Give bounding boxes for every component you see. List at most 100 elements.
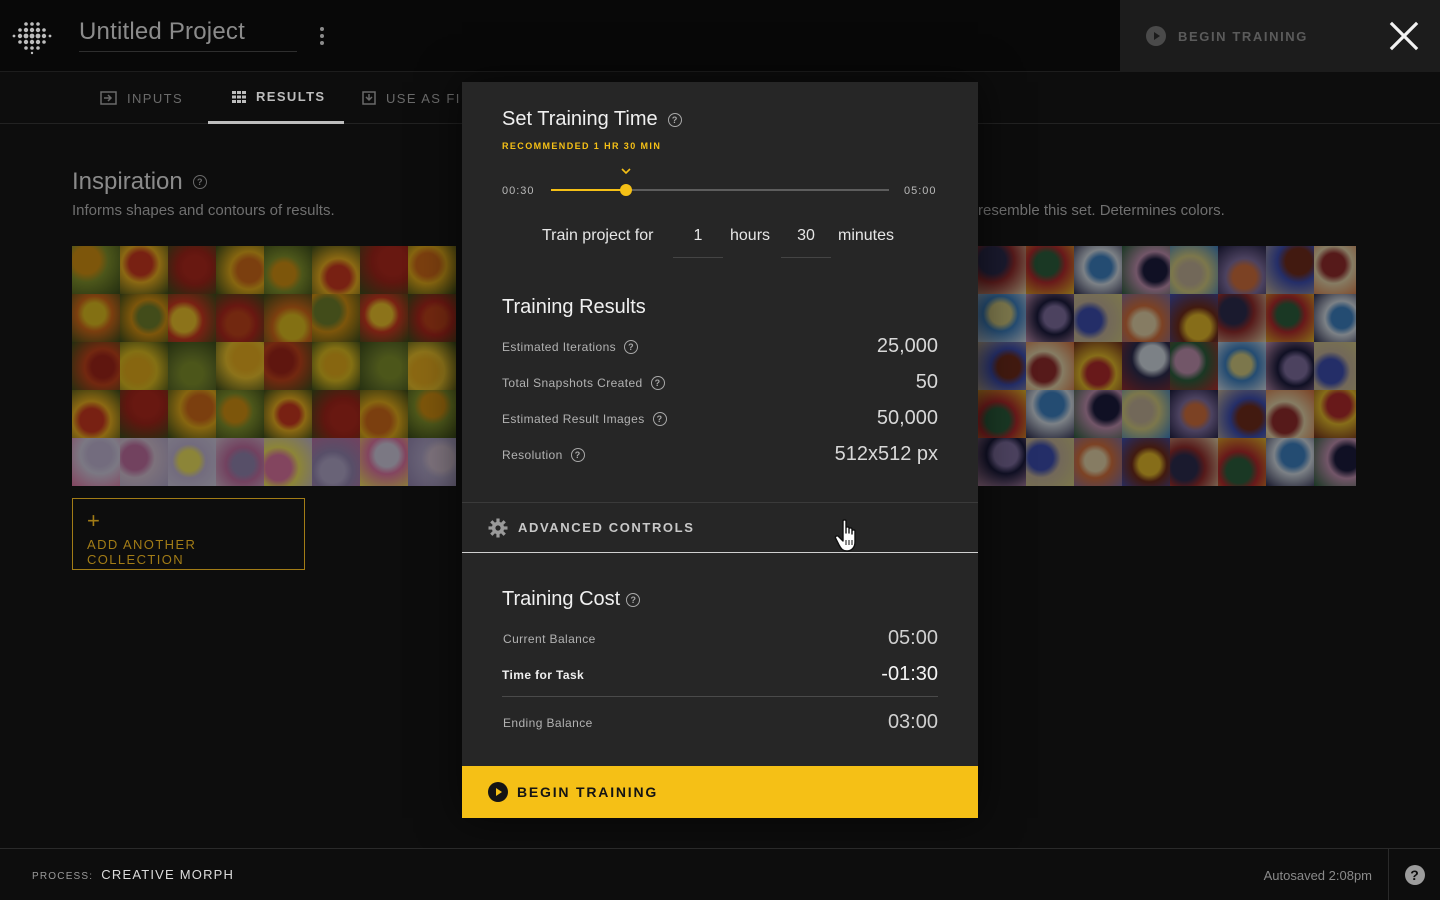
process-indicator: PROCESS: CREATIVE MORPH (32, 867, 234, 882)
cost-title-text: Training Cost (502, 588, 621, 610)
thumbnail-image (72, 438, 120, 486)
thumbnail-image (360, 342, 408, 390)
grid-icon (232, 90, 246, 103)
help-icon[interactable]: ? (570, 448, 585, 462)
minutes-label: minutes (838, 227, 895, 244)
ending-balance-value: 03:00 (887, 711, 938, 733)
tab-use-as[interactable]: USE AS FI (362, 72, 462, 124)
help-button[interactable]: ? (1388, 849, 1440, 900)
thumbnail-image (1122, 390, 1170, 438)
thumbnail-image (1074, 390, 1122, 438)
thumbnail-image (264, 342, 312, 390)
thumbnail-image (1218, 294, 1266, 342)
tab-results[interactable]: RESULTS (208, 72, 344, 124)
top-begin-training-label: BEGIN TRAINING (1178, 28, 1309, 44)
thumbnail-image (216, 246, 264, 294)
top-begin-training-button[interactable]: BEGIN TRAINING (1120, 0, 1368, 72)
advanced-controls-label: ADVANCED CONTROLS (518, 520, 695, 535)
help-icon[interactable]: ? (667, 112, 682, 127)
thumbnail-image (360, 438, 408, 486)
thumbnail-image (1170, 342, 1218, 390)
thumbnail-image (1074, 342, 1122, 390)
thumbnail-image (1218, 438, 1266, 486)
thumbnail-image (978, 342, 1026, 390)
training-results-title: Training Results (502, 296, 646, 318)
tab-use-as-label: USE AS FI (386, 90, 461, 106)
help-icon[interactable]: ? (624, 340, 639, 354)
thumbnail-image (264, 246, 312, 294)
advanced-controls-toggle[interactable]: ADVANCED CONTROLS (462, 502, 978, 553)
gear-icon (488, 518, 508, 537)
time-for-task-label: Time for Task (502, 668, 585, 682)
result-label: Resolution (502, 448, 563, 462)
tab-results-label: RESULTS (256, 89, 326, 104)
close-icon (1389, 21, 1419, 51)
thumbnail-image (168, 246, 216, 294)
thumbnail-image (978, 390, 1026, 438)
set-training-time-title: Set Training Time ? (502, 108, 682, 131)
thumbnail-image (216, 342, 264, 390)
thumbnail-image (216, 438, 264, 486)
thumbnail-image (1074, 246, 1122, 294)
thumbnail-image (1266, 390, 1314, 438)
thumbnail-image (1170, 438, 1218, 486)
train-duration-row: Train project for 1 hours 30 minutes (542, 218, 922, 258)
thumbnail-image (264, 294, 312, 342)
thumbnail-image (1026, 438, 1074, 486)
thumbnail-image (216, 390, 264, 438)
project-title[interactable]: Untitled Project (79, 18, 297, 52)
hours-input[interactable]: 1 (673, 218, 723, 258)
help-icon[interactable]: ? (650, 376, 665, 390)
thumbnail-image (1218, 390, 1266, 438)
training-time-modal: Set Training Time ? RECOMMENDED 1 HR 30 … (462, 82, 978, 818)
thumbnail-image (1026, 246, 1074, 294)
status-bar: PROCESS: CREATIVE MORPH Autosaved 2:08pm… (0, 848, 1440, 900)
thumbnail-image (1266, 246, 1314, 294)
thumbnail-image (1314, 246, 1356, 294)
hours-label: hours (730, 227, 771, 244)
thumbnail-image (360, 294, 408, 342)
training-cost-title: Training Cost ? (502, 588, 641, 611)
help-icon[interactable]: ? (626, 592, 641, 607)
help-icon[interactable]: ? (192, 175, 207, 189)
time-for-task-row: Time for Task -01:30 (502, 661, 938, 689)
app-logo-icon[interactable] (12, 16, 52, 56)
thumbnail-image (168, 390, 216, 438)
thumbnail-image (264, 390, 312, 438)
slider-max-label: 05:00 (904, 185, 937, 197)
close-button[interactable] (1368, 0, 1440, 72)
thumbnail-image (168, 438, 216, 486)
slider-thumb[interactable] (620, 184, 633, 196)
result-value: 25,000 (876, 335, 938, 357)
help-icon[interactable]: ? (652, 412, 667, 426)
thumbnail-image (1218, 342, 1266, 390)
play-icon (1146, 26, 1166, 46)
result-value: 50 (915, 371, 938, 393)
begin-training-button[interactable]: BEGIN TRAINING (462, 766, 978, 818)
minutes-input[interactable]: 30 (781, 218, 831, 258)
kebab-menu-icon[interactable] (312, 24, 332, 48)
process-key: PROCESS: (32, 871, 94, 882)
plus-icon: + (87, 508, 100, 533)
thumbnail-image (72, 390, 120, 438)
thumbnail-image (978, 294, 1026, 342)
thumbnail-image (1026, 390, 1074, 438)
result-row: Total Snapshots Created? 50 (502, 371, 938, 395)
thumbnail-image (1266, 438, 1314, 486)
thumbnail-image (1314, 294, 1356, 342)
hand-cursor-icon (834, 519, 856, 552)
modal-title-text: Set Training Time (502, 108, 658, 130)
autosave-status: Autosaved 2:08pm (1263, 868, 1372, 883)
recommended-label: RECOMMENDED 1 HR 30 MIN (502, 141, 662, 151)
result-label: Total Snapshots Created (502, 376, 643, 390)
add-collection-button[interactable]: + ADD ANOTHER COLLECTION (72, 498, 305, 570)
ending-balance-label: Ending Balance (503, 716, 593, 730)
help-icon: ? (1404, 865, 1425, 885)
play-icon (488, 782, 508, 802)
training-time-slider[interactable] (551, 184, 889, 196)
thumbnail-image (312, 246, 360, 294)
tab-inputs[interactable]: INPUTS (100, 72, 190, 124)
style-image-grid (978, 246, 1356, 486)
thumbnail-image (1122, 438, 1170, 486)
result-label: Estimated Iterations (502, 340, 617, 354)
